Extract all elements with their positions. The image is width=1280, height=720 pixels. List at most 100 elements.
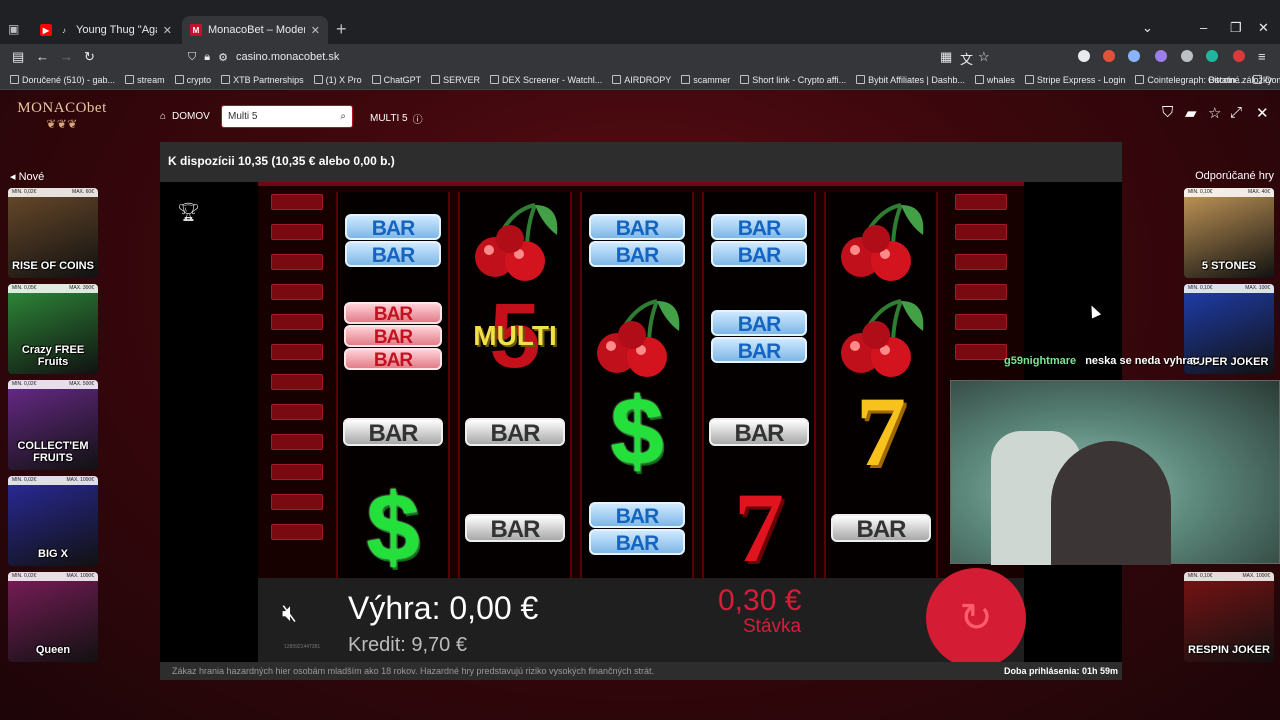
bookmark-item[interactable]: ChatGPT	[371, 75, 421, 85]
bookmark-item[interactable]: scammer	[681, 75, 730, 85]
folder-icon	[740, 75, 750, 84]
search-input[interactable]: Multi 5 ⌕	[221, 105, 353, 128]
home-link[interactable]: ⌂ DOMOV	[160, 111, 210, 122]
bet-limits: MIN. 0,02€ MAX. 500€	[8, 380, 98, 389]
restore-icon[interactable]: ❐	[1230, 20, 1242, 36]
home-icon: ⌂	[160, 111, 167, 122]
bookmark-item[interactable]: SERVER	[431, 75, 480, 85]
control-panel: 🔇︎ 1285921447381 Výhra: 0,00 € Kredit: 9…	[258, 568, 1026, 668]
extension-icon[interactable]	[1233, 50, 1245, 62]
bookmark-star-icon[interactable]: ☆	[978, 49, 990, 65]
close-game-icon[interactable]: ✕	[1256, 104, 1269, 122]
tab-youtube[interactable]: ▶ ♪ Young Thug "Again" feat G ✕	[32, 16, 180, 44]
min-bet: MIN. 0,02€	[12, 381, 37, 387]
game-thumbnail[interactable]: MIN. 0,10€ MAX. 1000€ RESPIN JOKER	[1184, 572, 1274, 662]
multi5-symbol: 5 MULTI	[473, 285, 557, 387]
minimize-icon[interactable]: –	[1200, 20, 1207, 35]
game-thumbnail[interactable]: MIN. 0,05€ MAX. 300€ Crazy FREE Fruits	[8, 284, 98, 374]
fullscreen-icon[interactable]: ⤢	[1230, 104, 1242, 121]
bet-value[interactable]: 0,30 €	[718, 584, 801, 618]
back-icon[interactable]: ←	[36, 49, 49, 64]
game-thumbnail[interactable]: MIN. 0,02€ MAX. 1000€ BIG X	[8, 476, 98, 566]
extensions-puzzle-icon[interactable]	[1181, 50, 1193, 62]
tab-monacobet[interactable]: M MonacoBet – Moderné Online ✕	[182, 16, 328, 44]
close-tab-icon[interactable]: ✕	[311, 24, 320, 37]
bookmark-item[interactable]: crypto	[174, 75, 211, 85]
bet-limits: MIN. 0,02€ MAX. 1000€	[8, 572, 98, 581]
game-title-link[interactable]: MULTI 5 ⓘ	[370, 111, 423, 126]
site-logo[interactable]: MONACObet ❦❦❦	[14, 100, 110, 136]
address-bar[interactable]: ⛉ 🔒︎ ⚙ casino.monacobet.sk	[180, 46, 1000, 68]
credit-label: Kredit:	[348, 634, 406, 656]
streamer	[1051, 441, 1171, 565]
game-name: Crazy FREE Fruits	[21, 344, 85, 368]
extension-icon[interactable]	[1206, 50, 1218, 62]
close-window-icon[interactable]: ✕	[1258, 20, 1269, 36]
bookmark-item[interactable]: Bybit Affiliates | Dashb...	[856, 75, 965, 85]
credit-value: 9,70 €	[411, 634, 467, 656]
extension-icon[interactable]	[1103, 50, 1115, 62]
sidebar-toggle-icon[interactable]: ▤	[12, 49, 24, 65]
folder-icon	[490, 75, 500, 84]
tab-search-icon[interactable]: ▣	[8, 22, 19, 36]
responsible-gaming-shield-icon[interactable]: ⛉	[1162, 104, 1173, 121]
close-tab-icon[interactable]: ✕	[163, 24, 172, 37]
game-thumbnail[interactable]: MIN. 0,10€ MAX. 40€ 5 STONES	[1184, 188, 1274, 278]
cherry-icon	[475, 203, 558, 281]
min-bet: MIN. 0,02€	[12, 573, 37, 579]
chat-username: g59nightmare	[1004, 355, 1077, 367]
bookmark-item[interactable]: XTB Partnerships	[221, 75, 304, 85]
search-icon[interactable]: ⌕	[340, 111, 346, 122]
bookmark-item[interactable]: (1) X Pro	[313, 75, 362, 85]
paylines-left	[268, 194, 326, 580]
dollar-symbol: $	[366, 474, 420, 581]
bookmark-item[interactable]: AIRDROPY	[612, 75, 671, 85]
trophy-icon[interactable]: 🏆︎	[177, 202, 200, 223]
other-bookmarks[interactable]: Ostatné záložky	[1208, 75, 1272, 85]
folder-icon	[221, 75, 231, 84]
bookmark-item[interactable]: Doručené (510) - gab...	[10, 75, 115, 85]
single-bar-symbol: BAR	[460, 384, 570, 480]
sidebar-new-title[interactable]: ◂ Nové	[10, 170, 44, 183]
extension-icon[interactable]	[1155, 50, 1167, 62]
bookmarks-bar: Doručené (510) - gab... stream crypto XTB P…	[0, 70, 1280, 90]
bookmark-label: SERVER	[443, 74, 481, 85]
game-thumbnail[interactable]: MIN. 0,02€ MAX. 60€ RISE OF COINS	[8, 188, 98, 278]
bookmark-item[interactable]: whales	[974, 75, 1015, 85]
forward-icon[interactable]: →	[60, 49, 73, 64]
bookmark-item[interactable]: Stripe Express - Login	[1024, 75, 1125, 85]
sidebar-new-label: Nové	[18, 171, 45, 183]
bookmark-label: AIRDROPY	[624, 74, 672, 85]
bookmark-item[interactable]: stream	[125, 75, 165, 85]
screenshot-icon[interactable]: ▦	[940, 49, 952, 65]
mute-icon[interactable]: 🔇︎	[282, 600, 297, 628]
spin-button[interactable]: ↻	[926, 568, 1026, 668]
extension-icon[interactable]	[1078, 50, 1090, 62]
game-thumbnail[interactable]: MIN. 0,02€ MAX. 1000€ Queen	[8, 572, 98, 662]
bookmark-item[interactable]: Short link - Crypto affi...	[740, 75, 846, 85]
new-tab-button[interactable]: +	[336, 20, 347, 38]
url-text[interactable]: casino.monacobet.sk	[236, 51, 339, 63]
bet-limits: MIN. 0,05€ MAX. 300€	[8, 284, 98, 293]
session-id: 1285921447381	[284, 644, 321, 650]
audio-icon[interactable]: ♪	[58, 24, 70, 36]
shield-icon[interactable]: ⛉	[188, 51, 196, 64]
tab-list-icon[interactable]: ⌄	[1142, 20, 1153, 36]
favorite-star-icon[interactable]: ☆	[1208, 104, 1221, 122]
folder-icon	[681, 75, 691, 84]
translate-icon[interactable]: 文	[960, 49, 973, 68]
info-icon[interactable]: ⓘ	[413, 111, 423, 126]
lock-icon[interactable]: 🔒︎	[204, 51, 210, 64]
max-bet: MAX. 40€	[1248, 189, 1270, 195]
double-bar-symbol: BAR BAR	[338, 192, 448, 288]
bookmark-label: Bybit Affiliates | Dashb...	[868, 74, 965, 85]
site-settings-icon[interactable]: ⚙	[218, 51, 228, 64]
extension-icon[interactable]	[1128, 50, 1140, 62]
bookmark-item[interactable]: DEX Screener - Watchl...	[490, 75, 602, 85]
menu-icon[interactable]: ≡	[1258, 49, 1266, 64]
tab-title: MonacoBet – Moderné Online	[208, 24, 305, 36]
wallet-icon[interactable]: ▰	[1185, 104, 1197, 122]
reload-icon[interactable]: ↻	[84, 49, 95, 65]
chat-text: neska se neda vyhrac	[1085, 355, 1199, 367]
game-thumbnail[interactable]: MIN. 0,02€ MAX. 500€ COLLECT'EM FRUITS	[8, 380, 98, 470]
